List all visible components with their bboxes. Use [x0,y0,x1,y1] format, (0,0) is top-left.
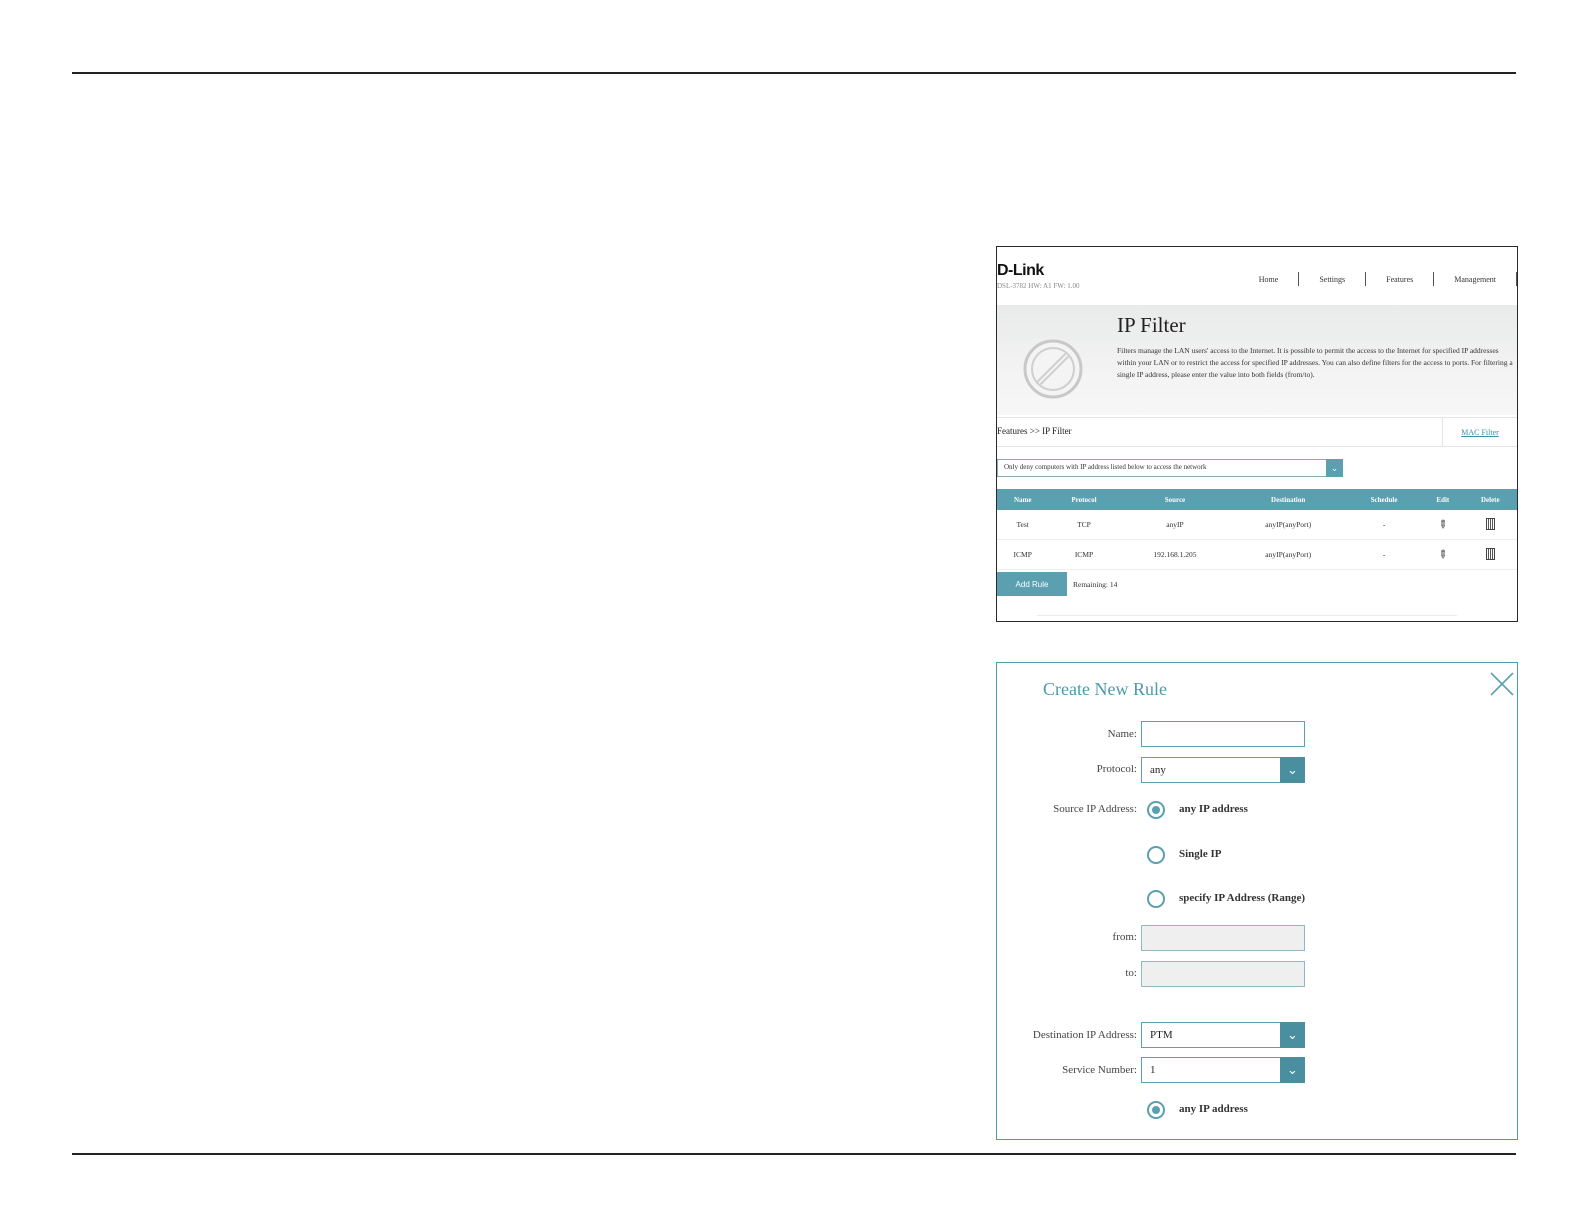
divider [1037,615,1457,616]
prohibited-icon [1023,339,1083,399]
destination-ip-label: Destination IP Address: [1032,1029,1137,1041]
breadcrumb: Features >> IP Filter [997,426,1072,436]
top-nav: Home Settings Features Management [1239,272,1517,286]
chevron-down-icon[interactable]: ⌄ [1326,459,1343,477]
page-description: Filters manage the LAN users' access to … [1117,346,1513,379]
col-edit: Edit [1422,489,1464,510]
col-schedule: Schedule [1346,489,1423,510]
name-input[interactable] [1141,721,1305,747]
edit-cell: ✎ [1422,539,1464,570]
from-label: from: [1112,931,1137,943]
hero-banner: IP Filter Filters manage the LAN users' … [997,305,1517,415]
dialog-title: Create New Rule [1043,679,1167,699]
protocol-select[interactable]: any ⌄ [1141,757,1305,783]
source-ip-label: Source IP Address: [1053,803,1137,815]
remaining-count: Remaining: 14 [1073,580,1118,589]
breadcrumb-bar: Features >> IP Filter MAC Filter [997,417,1517,447]
nav-features[interactable]: Features [1366,275,1433,284]
cell-destination: anyIP(anyPort) [1230,510,1347,540]
source-range-label: specify IP Address (Range) [1179,892,1305,904]
table-row: ICMP ICMP 192.168.1.205 anyIP(anyPort) -… [997,539,1517,570]
nav-home[interactable]: Home [1239,275,1299,284]
cell-source: anyIP [1119,510,1231,540]
source-single-label: Single IP [1179,848,1222,860]
chevron-down-icon[interactable]: ⌄ [1280,1022,1305,1048]
cell-schedule: - [1346,539,1423,570]
cell-protocol: TCP [1048,510,1120,540]
to-input[interactable] [1141,961,1305,987]
col-source: Source [1119,489,1231,510]
bottom-rule [72,1153,1516,1155]
mac-filter-link[interactable]: MAC Filter [1442,418,1517,446]
ip-filter-screenshot: D-Link DSL-3782 HW: A1 FW: 1.00 Home Set… [996,246,1518,622]
trash-icon[interactable] [1485,517,1495,530]
pencil-icon[interactable]: ✎ [1435,547,1451,562]
dest-any-radio[interactable] [1147,1101,1165,1119]
nav-divider [1516,272,1517,286]
col-protocol: Protocol [1048,489,1120,510]
close-icon[interactable] [1489,671,1515,697]
dest-any-label: any IP address [1179,1103,1248,1115]
protocol-label: Protocol: [1096,763,1137,775]
add-rule-button[interactable]: Add Rule [997,572,1067,596]
table-row: Test TCP anyIP anyIP(anyPort) - ✎ [997,510,1517,540]
service-number-value: 1 [1150,1064,1156,1076]
col-delete: Delete [1463,489,1517,510]
source-any-radio[interactable] [1147,801,1165,819]
from-input[interactable] [1141,925,1305,951]
cell-destination: anyIP(anyPort) [1230,539,1347,570]
table-header-row: Name Protocol Source Destination Schedul… [997,489,1517,510]
top-rule [72,72,1516,74]
page-title: IP Filter [1117,313,1186,337]
cell-name: ICMP [997,539,1049,570]
create-rule-dialog: Create New Rule Name: Protocol: any ⌄ So… [996,662,1518,1140]
source-single-radio[interactable] [1147,846,1165,864]
delete-cell [1463,510,1517,540]
protocol-value: any [1150,764,1166,776]
model-info: DSL-3782 HW: A1 FW: 1.00 [997,282,1080,290]
chevron-down-icon[interactable]: ⌄ [1280,1057,1305,1083]
pencil-icon[interactable]: ✎ [1435,517,1451,532]
rules-table: Name Protocol Source Destination Schedul… [997,489,1517,570]
trash-icon[interactable] [1485,547,1495,560]
col-name: Name [997,489,1049,510]
delete-cell [1463,539,1517,570]
to-label: to: [1125,967,1137,979]
edit-cell: ✎ [1422,510,1464,540]
chevron-down-icon[interactable]: ⌄ [1280,757,1305,783]
filter-mode-select[interactable]: Only deny computers with IP address list… [997,459,1343,477]
nav-settings[interactable]: Settings [1299,275,1365,284]
destination-select[interactable]: PTM ⌄ [1141,1022,1305,1048]
source-any-label: any IP address [1179,803,1248,815]
cell-source: 192.168.1.205 [1119,539,1231,570]
nav-management[interactable]: Management [1434,275,1516,284]
cell-name: Test [997,510,1049,540]
cell-schedule: - [1346,510,1423,540]
col-destination: Destination [1230,489,1347,510]
filter-mode-value: Only deny computers with IP address list… [1004,463,1207,471]
dlink-logo: D-Link [997,262,1044,279]
service-number-select[interactable]: 1 ⌄ [1141,1057,1305,1083]
name-label: Name: [1107,728,1137,740]
source-range-radio[interactable] [1147,890,1165,908]
router-header: D-Link DSL-3782 HW: A1 FW: 1.00 Home Set… [997,247,1517,305]
cell-protocol: ICMP [1048,539,1120,570]
service-number-label: Service Number: [1062,1064,1137,1076]
destination-value: PTM [1150,1029,1173,1041]
